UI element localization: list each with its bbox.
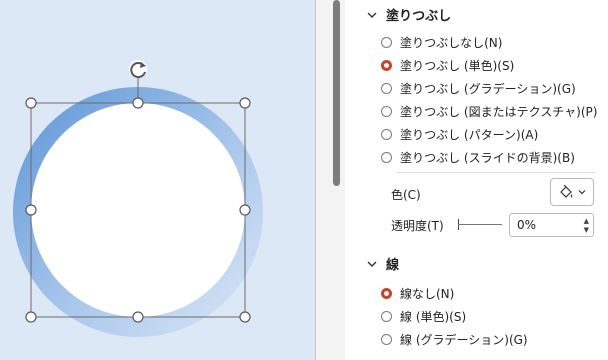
rotate-icon[interactable] <box>129 60 147 79</box>
chevron-down-icon <box>367 12 377 18</box>
fill-section-header[interactable]: 塗りつぶし <box>366 5 451 24</box>
line-option-solid[interactable]: 線 (単色)(S) <box>381 307 466 325</box>
line-section-title: 線 <box>386 258 400 273</box>
radio-selected-icon[interactable] <box>381 59 392 71</box>
fill-option-label: 塗りつぶし (単色)(S) <box>400 58 515 73</box>
transparency-spinner[interactable]: 0% ▲ ▼ <box>509 213 594 237</box>
spin-up-icon[interactable]: ▲ <box>584 218 589 225</box>
spin-down-icon[interactable]: ▼ <box>584 227 589 234</box>
line-option-label: 線なし(N) <box>400 286 455 301</box>
fill-section-title: 塗りつぶし <box>386 9 452 24</box>
radio-icon[interactable] <box>381 151 392 163</box>
radio-icon[interactable] <box>381 82 392 94</box>
line-option-none[interactable]: 線なし(N) <box>381 284 454 302</box>
fill-option-label: 塗りつぶし (グラデーション)(G) <box>400 81 576 96</box>
slide-canvas[interactable] <box>0 0 315 360</box>
line-option-label: 線 (グラデーション)(G) <box>400 332 528 347</box>
section-separator <box>396 172 596 173</box>
fill-option-pattern[interactable]: 塗りつぶし (パターン)(A) <box>381 125 538 143</box>
radio-icon[interactable] <box>381 310 392 322</box>
chevron-down-icon <box>578 190 586 195</box>
fill-option-label: 塗りつぶし (スライドの背景)(B) <box>400 150 575 165</box>
fill-option-label: 塗りつぶしなし(N) <box>400 35 503 50</box>
transparency-value[interactable]: 0% <box>517 218 536 232</box>
radio-icon[interactable] <box>381 105 392 117</box>
line-option-gradient[interactable]: 線 (グラデーション)(G) <box>381 330 528 348</box>
fill-option-slide-background[interactable]: 塗りつぶし (スライドの背景)(B) <box>381 148 575 166</box>
radio-icon[interactable] <box>381 36 392 48</box>
radio-icon[interactable] <box>381 128 392 140</box>
fill-option-label: 塗りつぶし (図またはテクスチャ)(P) <box>400 104 598 119</box>
fill-option-solid[interactable]: 塗りつぶし (単色)(S) <box>381 56 514 74</box>
fill-option-label: 塗りつぶし (パターン)(A) <box>400 127 539 142</box>
fill-option-gradient[interactable]: 塗りつぶし (グラデーション)(G) <box>381 79 576 97</box>
chevron-down-icon <box>367 261 377 267</box>
white-circle-shape[interactable] <box>31 103 245 317</box>
radio-icon[interactable] <box>381 333 392 345</box>
radio-selected-icon[interactable] <box>381 287 392 299</box>
color-label: 色(C) <box>391 188 421 202</box>
line-section-header[interactable]: 線 <box>366 254 399 273</box>
transparency-label: 透明度(T) <box>391 219 444 233</box>
paint-bucket-icon <box>560 184 573 198</box>
fill-option-picture-texture[interactable]: 塗りつぶし (図またはテクスチャ)(P) <box>381 102 597 120</box>
pane-scrollbar-thumb[interactable] <box>333 0 340 186</box>
transparency-slider[interactable] <box>458 224 502 225</box>
line-option-label: 線 (単色)(S) <box>400 309 467 324</box>
fill-color-button[interactable] <box>550 178 594 206</box>
shape-layer <box>13 60 263 337</box>
fill-option-none[interactable]: 塗りつぶしなし(N) <box>381 33 502 51</box>
